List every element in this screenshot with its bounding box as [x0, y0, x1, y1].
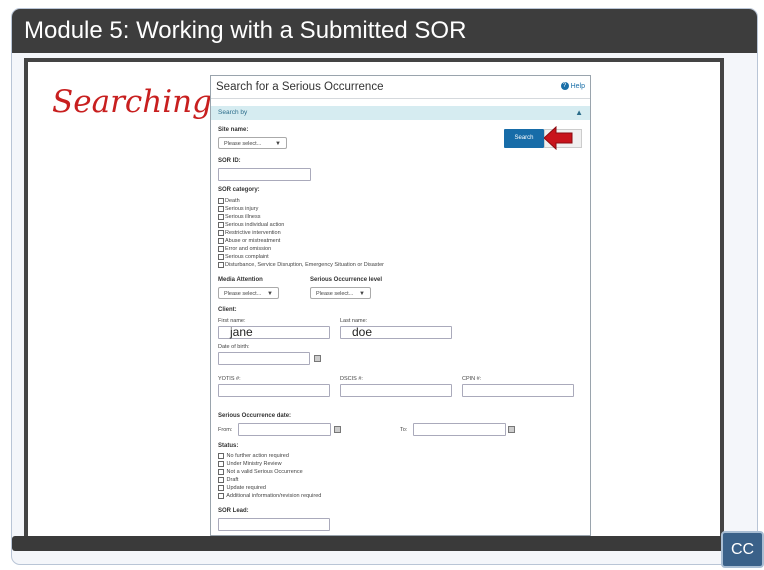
- category-label: Death: [225, 198, 240, 204]
- last-name-input[interactable]: doe: [340, 326, 452, 339]
- sor-id-input[interactable]: [218, 168, 311, 181]
- category-checkbox[interactable]: Serious complaint: [218, 253, 269, 261]
- search-by-label: Search by: [218, 109, 248, 116]
- status-checkbox[interactable]: Not a valid Serious Occurrence: [218, 468, 303, 476]
- category-checkbox[interactable]: Disturbance, Service Disruption, Emergen…: [218, 261, 384, 269]
- category-label: Restrictive intervention: [225, 230, 281, 236]
- panel-header: Search for a Serious Occurrence ? Help: [211, 76, 590, 99]
- category-label: Serious injury: [225, 206, 259, 212]
- client-label: Client:: [218, 307, 237, 313]
- so-date-label: Serious Occurrence date:: [218, 413, 292, 419]
- category-label: Error and omission: [225, 246, 272, 252]
- status-label: Status:: [218, 443, 239, 449]
- cpin-label: CPIN #:: [462, 376, 482, 382]
- status-option-label: Not a valid Serious Occurrence: [226, 469, 303, 475]
- status-option-label: Draft: [226, 477, 239, 483]
- category-checkbox[interactable]: Serious individual action: [218, 221, 284, 229]
- calendar-icon[interactable]: [314, 355, 321, 362]
- sor-lead-label: SOR Lead:: [218, 508, 249, 514]
- so-level-value: Please select...: [316, 291, 354, 297]
- first-name-label: First name:: [218, 318, 246, 324]
- category-label: Abuse or mistreatment: [225, 238, 281, 244]
- to-label: To:: [400, 427, 408, 433]
- so-level-select[interactable]: Please select... ▼: [310, 287, 371, 299]
- help-icon: ?: [560, 82, 569, 91]
- search-button[interactable]: Search: [504, 129, 544, 148]
- status-option-label: Additional information/revision required: [226, 493, 322, 499]
- chevron-down-icon: ▼: [275, 141, 281, 147]
- category-checkbox[interactable]: Abuse or mistreatment: [218, 237, 280, 245]
- media-attention-value: Please select...: [224, 291, 262, 297]
- category-checkbox[interactable]: Death: [218, 197, 240, 205]
- sor-category-label: SOR category:: [218, 187, 260, 193]
- category-label: Serious complaint: [225, 254, 269, 260]
- slide-caption: Searching: [52, 84, 212, 120]
- dob-input[interactable]: [218, 352, 310, 365]
- help-label: Help: [570, 83, 585, 90]
- from-label: From:: [218, 427, 233, 433]
- status-option-label: Update required: [226, 485, 266, 491]
- help-link[interactable]: ? Help: [560, 76, 585, 98]
- search-by-bar[interactable]: Search by ▲: [211, 106, 590, 120]
- dscis-input[interactable]: [340, 384, 452, 397]
- category-label: Serious illness: [225, 214, 261, 220]
- media-attention-select[interactable]: Please select... ▼: [218, 287, 279, 299]
- category-checkbox[interactable]: Error and omission: [218, 245, 271, 253]
- sor-id-label: SOR ID:: [218, 158, 241, 164]
- calendar-icon[interactable]: [334, 426, 341, 433]
- cpin-input[interactable]: [462, 384, 574, 397]
- category-label: Serious individual action: [225, 222, 285, 228]
- module-title: Module 5: Working with a Submitted SOR: [12, 9, 757, 53]
- site-name-label: Site name:: [218, 127, 249, 133]
- closed-captions-button[interactable]: CC: [721, 531, 764, 568]
- panel-title: Search for a Serious Occurrence: [216, 81, 384, 93]
- calendar-icon[interactable]: [508, 426, 515, 433]
- yotis-label: YOTIS #:: [218, 376, 241, 382]
- status-option-label: No further action required: [226, 453, 289, 459]
- chevron-down-icon: ▼: [267, 291, 273, 297]
- status-checkbox[interactable]: Additional information/revision required: [218, 492, 321, 500]
- dscis-label: DSCIS #:: [340, 376, 363, 382]
- media-attention-label: Media Attention: [218, 277, 263, 283]
- to-date-input[interactable]: [413, 423, 506, 436]
- sor-lead-input[interactable]: [218, 518, 330, 531]
- last-name-label: Last name:: [340, 318, 368, 324]
- slide-bottom-bar: [12, 536, 746, 551]
- site-name-value: Please select...: [224, 141, 262, 147]
- red-arrow-icon: [544, 126, 573, 150]
- dob-label: Date of birth:: [218, 344, 250, 350]
- chevron-up-icon: ▲: [575, 108, 583, 117]
- status-checkbox[interactable]: Draft: [218, 476, 238, 484]
- status-checkbox[interactable]: Under Ministry Review: [218, 460, 282, 468]
- status-checkbox[interactable]: Update required: [218, 484, 266, 492]
- yotis-input[interactable]: [218, 384, 330, 397]
- category-checkbox[interactable]: Restrictive intervention: [218, 229, 281, 237]
- from-date-input[interactable]: [238, 423, 331, 436]
- category-checkbox[interactable]: Serious injury: [218, 205, 258, 213]
- first-name-input[interactable]: jane: [218, 326, 330, 339]
- status-checkbox[interactable]: No further action required: [218, 452, 289, 460]
- chevron-down-icon: ▼: [359, 291, 365, 297]
- site-name-select[interactable]: Please select... ▼: [218, 137, 287, 149]
- category-checkbox[interactable]: Serious illness: [218, 213, 260, 221]
- search-panel: Search for a Serious Occurrence ? Help Se…: [210, 75, 591, 536]
- so-level-label: Serious Occurrence level: [310, 277, 383, 283]
- status-option-label: Under Ministry Review: [226, 461, 282, 467]
- category-label: Disturbance, Service Disruption, Emergen…: [225, 262, 384, 268]
